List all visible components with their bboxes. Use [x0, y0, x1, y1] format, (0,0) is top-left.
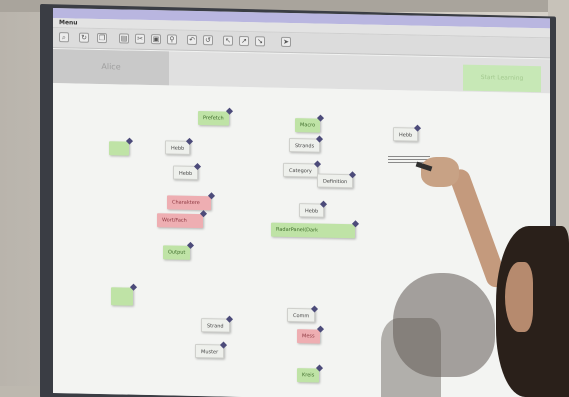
card-label: RadarPanel(Dark — [276, 226, 319, 234]
card-label: Mess — [302, 333, 315, 340]
person-hand — [421, 157, 459, 187]
card-label: Output — [168, 249, 186, 256]
card-label: Strand — [207, 323, 224, 330]
print-icon[interactable]: ▤ — [119, 33, 129, 44]
card-label: Category — [289, 167, 312, 175]
person-face — [505, 262, 533, 332]
concept-card[interactable]: Mess — [297, 325, 324, 344]
concept-card[interactable]: RadarPanel(Dark — [271, 220, 360, 239]
concept-card[interactable]: Strands — [289, 135, 324, 153]
filter-icon[interactable]: ⚲ — [167, 34, 177, 45]
refresh-icon[interactable]: ↺ — [203, 35, 213, 46]
tab-alice[interactable]: Alice — [53, 49, 169, 86]
card-label: Wort/Fach — [162, 217, 187, 224]
cut-icon[interactable]: ✂ — [135, 33, 145, 44]
concept-card[interactable]: Hebb — [299, 200, 328, 218]
card-label: Hebb — [179, 170, 193, 177]
card-label: Prefetch — [203, 115, 224, 122]
concept-card[interactable]: Kreis — [297, 364, 324, 383]
card-label: Hebb — [399, 132, 413, 139]
concept-card[interactable] — [109, 137, 134, 156]
undo-icon[interactable]: ↶ — [187, 34, 197, 46]
tool-a-icon[interactable]: ↖ — [223, 35, 233, 46]
projected-shadow-body — [381, 318, 441, 397]
paste-icon[interactable]: ▣ — [151, 34, 161, 45]
concept-card[interactable]: Definition — [317, 171, 357, 189]
concept-card[interactable]: Output — [163, 241, 195, 260]
concept-card[interactable]: Hebb — [393, 124, 422, 142]
start-learning-button[interactable]: Start Learning — [463, 64, 541, 93]
magnify-icon[interactable]: ⌕ — [59, 32, 69, 43]
concept-card[interactable]: Charaktere — [167, 192, 216, 211]
concept-card[interactable]: Macro — [295, 114, 325, 133]
concept-card[interactable]: Prefetch — [198, 107, 233, 126]
card-label: Hebb — [305, 208, 319, 215]
copy-icon[interactable]: ❐ — [97, 32, 107, 44]
concept-card[interactable]: Hebb — [165, 137, 194, 155]
card-label: Definition — [323, 178, 348, 186]
card-label: Kreis — [302, 372, 315, 379]
menu-label[interactable]: Menu — [59, 18, 78, 28]
tool-c-icon[interactable]: ↘ — [255, 36, 265, 47]
concept-card[interactable]: Muster — [195, 341, 228, 359]
concept-card[interactable]: Strand — [201, 315, 233, 333]
concept-card[interactable] — [111, 283, 138, 306]
card-label: Strands — [295, 143, 315, 150]
cursor-icon[interactable]: ➤ — [281, 36, 291, 47]
concept-card[interactable]: Comm — [287, 305, 319, 323]
tool-b-icon[interactable]: ↗ — [239, 35, 249, 47]
card-label: Comm — [293, 313, 310, 320]
card-label: Muster — [201, 349, 219, 356]
redo-icon[interactable]: ↻ — [79, 32, 89, 43]
card-label: Hebb — [171, 145, 185, 152]
card-label: Charaktere — [172, 199, 200, 207]
card-label: Macro — [300, 122, 316, 129]
concept-card[interactable]: Category — [283, 160, 321, 178]
concept-card[interactable]: Wort/Fach — [157, 210, 208, 229]
concept-card[interactable]: Hebb — [173, 162, 202, 181]
